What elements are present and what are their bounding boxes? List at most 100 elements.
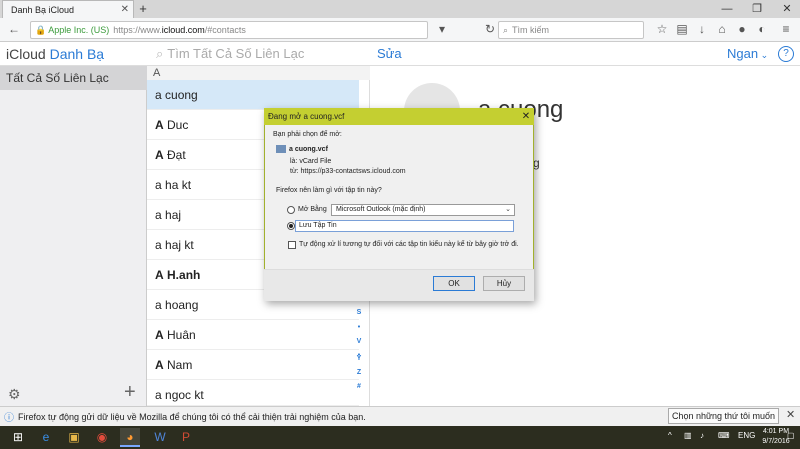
- save-file-option[interactable]: Lưu Tập Tin: [295, 220, 514, 232]
- firefox-icon[interactable]: ◕: [120, 428, 140, 447]
- chrome-icon[interactable]: ◉: [92, 428, 112, 447]
- list-item[interactable]: a cuong: [147, 80, 359, 110]
- index-letter[interactable]: S: [355, 309, 363, 316]
- contact-last: H.anh: [167, 268, 201, 282]
- app-name: Danh Bạ: [49, 46, 105, 62]
- chevron-down-icon: ⌄: [505, 206, 511, 213]
- save-file-radio[interactable]: [287, 222, 295, 230]
- site-identity: Apple Inc. (US): [48, 25, 110, 35]
- chevron-down-icon: ⌄: [758, 50, 769, 60]
- word-icon[interactable]: W: [150, 428, 170, 447]
- file-source-value: https://p33-contactsws.icloud.com: [300, 168, 406, 175]
- app-title[interactable]: iCloud Danh Bạ: [6, 44, 104, 64]
- ok-button[interactable]: OK: [433, 276, 475, 291]
- file-name-label: a cuong.vcf: [289, 145, 328, 153]
- tab-title: Danh Bạ iCloud: [11, 4, 75, 15]
- contact-first: a: [155, 238, 162, 252]
- file-name: a cuong.vcf: [276, 145, 328, 153]
- dialog-prompt: Bạn phải chọn để mở:: [273, 131, 342, 138]
- close-icon[interactable]: ✕: [518, 108, 534, 125]
- close-tab-icon[interactable]: ✕: [121, 4, 129, 15]
- contact-first: a: [155, 298, 162, 312]
- file-source: từ: https://p33-contactsws.icloud.com: [290, 168, 406, 175]
- minimize-icon[interactable]: —: [716, 0, 738, 18]
- list-item[interactable]: A Nam: [147, 350, 359, 380]
- index-letter[interactable]: •: [355, 324, 363, 331]
- url-host: icloud.com: [161, 25, 205, 35]
- index-letter[interactable]: #: [355, 383, 363, 390]
- contact-last: Đạt: [167, 148, 186, 162]
- keyboard-icon[interactable]: ⌨: [718, 431, 730, 440]
- gear-icon[interactable]: ⚙: [8, 386, 21, 403]
- language-indicator[interactable]: ENG: [738, 431, 755, 440]
- list-item[interactable]: A Huân: [147, 320, 359, 350]
- contact-first: A: [155, 118, 164, 132]
- contact-last: cuong: [165, 88, 198, 102]
- browser-search-input[interactable]: ⌕ Tìm kiếm: [498, 21, 644, 39]
- new-tab-button[interactable]: +: [136, 0, 150, 18]
- add-contact-icon[interactable]: +: [124, 381, 136, 404]
- contact-first: A: [155, 358, 164, 372]
- back-icon[interactable]: ←: [6, 21, 22, 37]
- contact-first: a: [155, 88, 162, 102]
- url-protocol: https://www.: [113, 25, 162, 35]
- auto-handle-label: Tự động xử lí tương tự đối với các tập t…: [299, 241, 519, 248]
- chat-icon[interactable]: ●: [734, 21, 750, 37]
- tray-arrow-icon[interactable]: ^: [668, 431, 672, 440]
- sidebar-item-all-contacts[interactable]: Tất Cả Số Liên Lạc: [0, 66, 147, 90]
- list-item[interactable]: a ngoc kt: [147, 380, 359, 406]
- help-button[interactable]: ?: [778, 46, 794, 62]
- contact-last: hoang: [165, 298, 199, 312]
- pocket-icon[interactable]: ◐: [754, 21, 770, 37]
- brand-label: iCloud: [6, 46, 46, 62]
- powerpoint-icon[interactable]: P: [176, 428, 196, 447]
- download-icon[interactable]: ↓: [694, 21, 710, 37]
- contact-first: a: [155, 388, 162, 402]
- choose-share-button[interactable]: Chọn những thứ tôi muốn chia sẻ: [668, 408, 779, 435]
- network-icon[interactable]: ▥: [684, 431, 692, 440]
- contact-last: haj kt: [165, 238, 194, 252]
- search-placeholder: Tìm Tất Cả Số Liên Lạc: [167, 46, 305, 61]
- index-letter[interactable]: Z: [355, 369, 363, 376]
- notification-center-icon[interactable]: ▢: [787, 431, 795, 440]
- close-icon[interactable]: ✕: [786, 408, 795, 421]
- contact-first: A: [155, 328, 164, 342]
- contact-first: A: [155, 148, 164, 162]
- file-icon: [276, 145, 286, 153]
- application-select-value: Microsoft Outlook (mặc định): [336, 206, 426, 213]
- file-type: là: vCard File: [290, 158, 331, 165]
- contact-last: ngoc kt: [165, 388, 204, 402]
- contacts-search-input[interactable]: ⌕ Tìm Tất Cả Số Liên Lạc: [156, 44, 362, 64]
- auto-handle-checkbox[interactable]: [288, 241, 296, 249]
- window-close-icon[interactable]: ✕: [776, 0, 798, 18]
- dialog-title: Đang mở a cuong.vcf: [264, 108, 534, 125]
- contact-subtitle: g: [533, 156, 540, 170]
- home-icon[interactable]: ⌂: [714, 21, 730, 37]
- start-icon[interactable]: ⊞: [8, 428, 28, 447]
- edit-button[interactable]: Sửa: [377, 44, 402, 64]
- cancel-button[interactable]: Hủy: [483, 276, 525, 291]
- file-explorer-icon[interactable]: ▣: [64, 428, 84, 447]
- dropdown-icon[interactable]: ▾: [434, 21, 450, 37]
- index-letter[interactable]: V: [355, 338, 363, 345]
- contact-first: A: [155, 268, 164, 282]
- contact-last: ha kt: [165, 178, 192, 192]
- info-icon: ⓘ: [4, 413, 14, 424]
- reload-icon[interactable]: ↻: [482, 21, 498, 37]
- bookmark-star-icon[interactable]: ☆: [654, 21, 670, 37]
- save-file-label: Lưu Tập Tin: [299, 222, 337, 229]
- browser-tab[interactable]: Danh Bạ iCloud ✕: [2, 0, 134, 18]
- reading-list-icon[interactable]: ▤: [674, 21, 690, 37]
- search-placeholder: Tìm kiếm: [512, 25, 550, 35]
- menu-icon[interactable]: ≡: [778, 21, 794, 37]
- index-letter[interactable]: Y: [355, 355, 363, 362]
- edge-icon[interactable]: e: [36, 428, 56, 447]
- restore-icon[interactable]: ❐: [746, 0, 768, 18]
- open-with-radio[interactable]: [287, 206, 295, 214]
- application-select[interactable]: Microsoft Outlook (mặc định) ⌄: [331, 204, 515, 216]
- volume-icon[interactable]: ♪: [700, 431, 704, 440]
- dialog-question: Firefox nên làm gì với tập tin này?: [276, 187, 382, 194]
- url-bar[interactable]: 🔒 Apple Inc. (US) https://www. icloud.co…: [30, 21, 428, 39]
- contact-last: Duc: [167, 118, 189, 132]
- sort-dropdown[interactable]: Ngan ⌄: [727, 44, 768, 65]
